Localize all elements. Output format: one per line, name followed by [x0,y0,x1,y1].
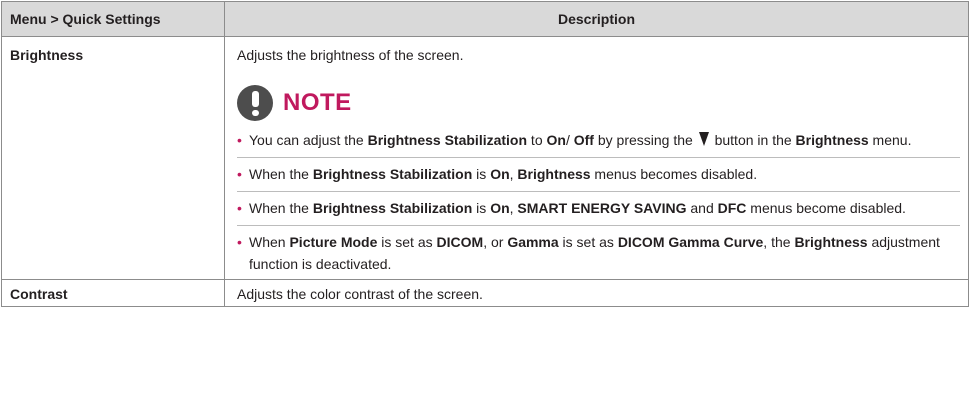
header-menu-path: Menu > Quick Settings [1,1,225,37]
table-header-row: Menu > Quick Settings Description [1,1,969,37]
note-title: NOTE [283,89,352,116]
brightness-description-text: Adjusts the brightness of the screen. [237,47,464,63]
note-item: When the Brightness Stabilization is On,… [237,163,960,192]
row-label-contrast: Contrast [1,279,225,307]
table-row-brightness: Brightness Adjusts the brightness of the… [1,36,969,280]
down-triangle-icon [698,132,709,146]
note-header: NOTE [237,85,960,121]
note-item: When the Brightness Stabilization is On,… [237,197,960,226]
row-label-brightness: Brightness [1,36,225,280]
row-description-brightness: Adjusts the brightness of the screen. NO… [224,36,969,280]
note-list: You can adjust the Brightness Stabilizat… [237,129,960,275]
settings-table: Menu > Quick Settings Description Bright… [1,1,969,307]
note-item: When Picture Mode is set as DICOM, or Ga… [237,231,960,275]
table-row-contrast: Contrast Adjusts the color contrast of t… [1,279,969,307]
row-description-contrast: Adjusts the color contrast of the screen… [224,279,969,307]
exclamation-circle-icon [237,85,273,121]
header-description: Description [224,1,969,37]
note-item: You can adjust the Brightness Stabilizat… [237,129,960,158]
